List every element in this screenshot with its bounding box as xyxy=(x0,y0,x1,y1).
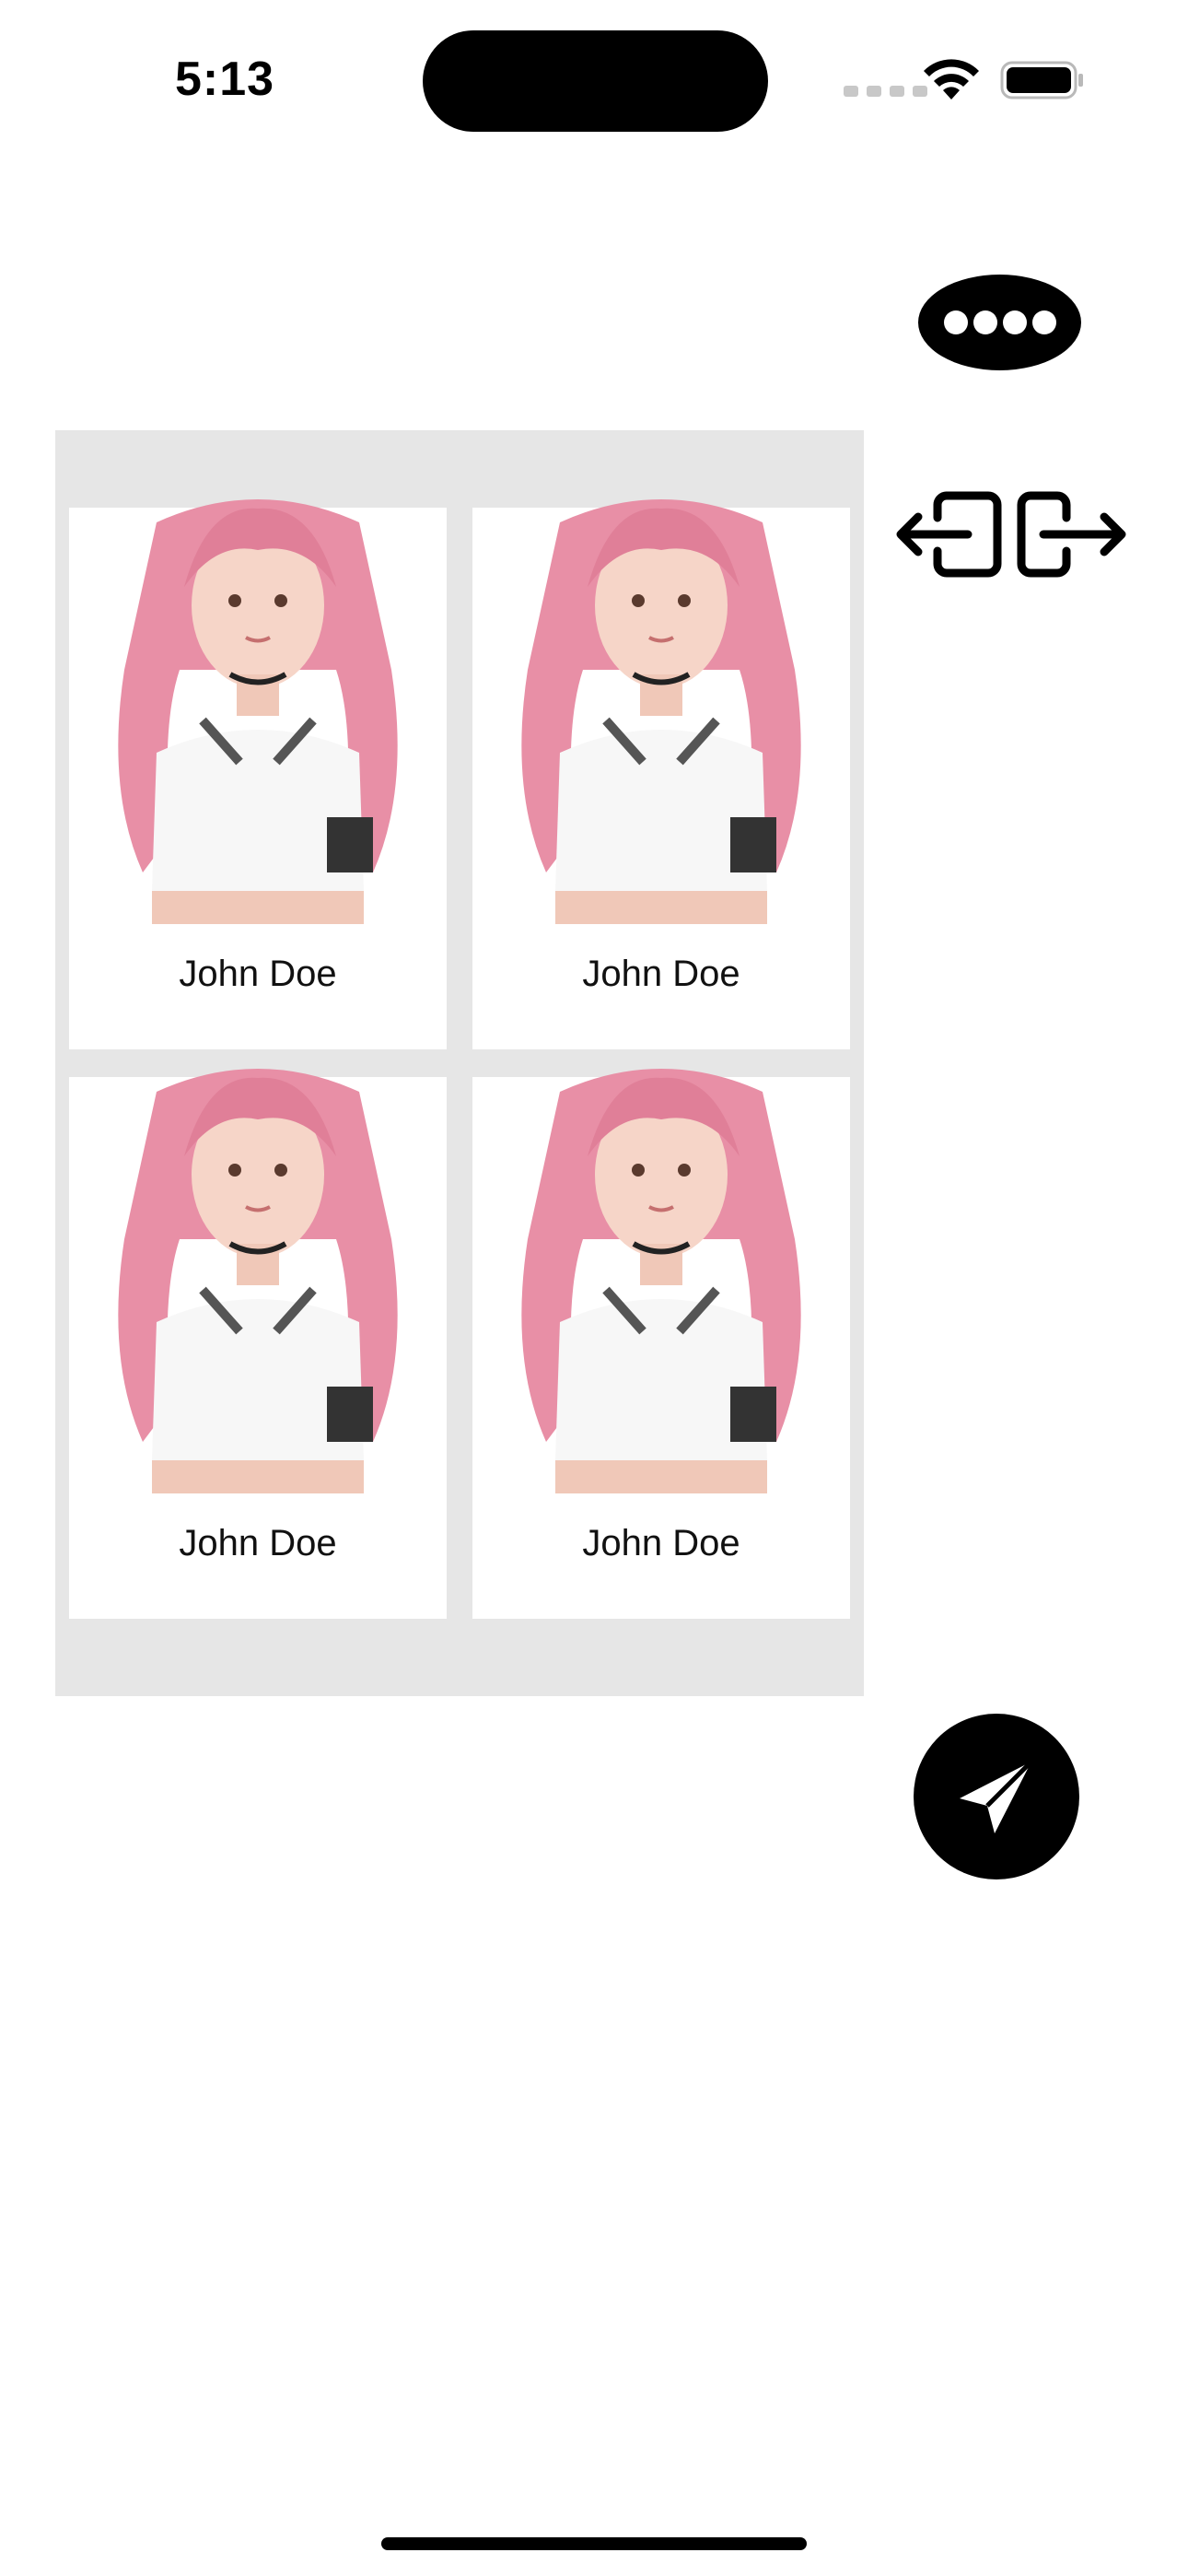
ellipsis-dot xyxy=(1002,310,1027,334)
send-button[interactable] xyxy=(914,1714,1079,1879)
profile-name: John Doe xyxy=(179,954,337,994)
ellipsis-icon xyxy=(943,310,968,334)
ellipsis-dot xyxy=(973,310,997,334)
profile-name: John Doe xyxy=(179,1523,337,1563)
paper-plane-icon xyxy=(960,1760,1033,1833)
profile-grid: John Doe John Doe John Doe John Doe xyxy=(55,430,864,1696)
cellular-signal-icon xyxy=(844,86,927,97)
logout-icon[interactable] xyxy=(1017,491,1126,578)
profile-card[interactable]: John Doe xyxy=(472,486,850,1049)
profile-photo xyxy=(472,486,850,924)
login-icon[interactable] xyxy=(896,491,1002,578)
battery-icon xyxy=(1000,61,1083,100)
profile-photo xyxy=(69,1055,447,1493)
profile-photo xyxy=(69,486,447,924)
status-time: 5:13 xyxy=(175,53,275,106)
profile-photo xyxy=(472,1055,850,1493)
home-indicator[interactable] xyxy=(381,2537,807,2550)
profile-card[interactable]: John Doe xyxy=(472,1055,850,1619)
more-options-button[interactable] xyxy=(918,275,1081,370)
profile-name: John Doe xyxy=(582,954,740,994)
profile-card[interactable]: John Doe xyxy=(69,486,447,1049)
enter-exit-controls xyxy=(896,491,1126,578)
profile-card[interactable]: John Doe xyxy=(69,1055,447,1619)
dynamic-island xyxy=(423,30,768,132)
ellipsis-dot xyxy=(1031,310,1056,334)
wifi-icon xyxy=(924,59,979,100)
profile-name: John Doe xyxy=(582,1523,740,1563)
